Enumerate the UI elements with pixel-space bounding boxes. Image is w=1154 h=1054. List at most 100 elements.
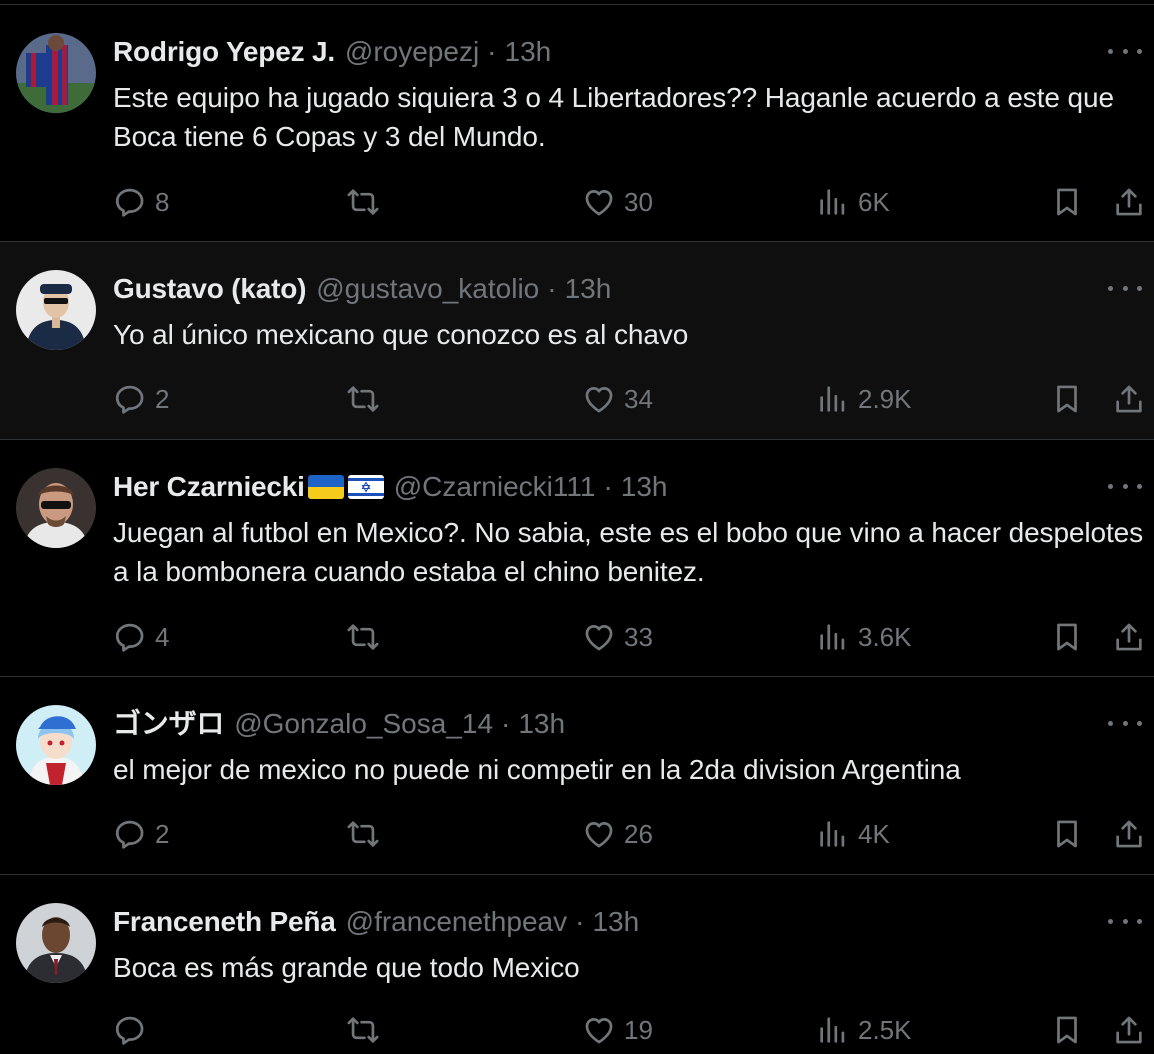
bookmark-button[interactable] (1050, 180, 1084, 224)
like-button[interactable]: 34 (582, 377, 653, 421)
separator: · (547, 273, 557, 304)
more-icon[interactable] (1108, 711, 1142, 735)
like-button[interactable]: 19 (582, 1008, 653, 1052)
heart-icon (585, 625, 613, 651)
timestamp[interactable]: 13h (505, 32, 552, 72)
tweet[interactable]: Rodrigo Yepez J. @royepezj · 13h Este eq… (0, 5, 1154, 242)
views-button[interactable]: 2.5K (816, 1008, 912, 1052)
views-count: 3.6K (858, 621, 912, 652)
retweet-icon (347, 624, 379, 650)
reply-button[interactable]: 2 (113, 377, 169, 421)
avatar[interactable] (16, 903, 96, 983)
share-button[interactable] (1112, 1008, 1146, 1052)
reply-count: 8 (155, 186, 170, 217)
more-icon[interactable] (1108, 276, 1142, 300)
tweet[interactable]: Franceneth Peña @francenethpeav · 13h Bo… (0, 875, 1154, 1054)
reply-button[interactable] (113, 1008, 155, 1052)
author-handle[interactable]: @Czarniecki111 (394, 467, 596, 507)
tweet[interactable]: Gustavo (kato) @gustavo_katolio · 13h Yo… (0, 242, 1154, 440)
share-icon (1116, 188, 1142, 216)
tweet[interactable]: ゴンザロ @Gonzalo_Sosa_14 · 13h el mejor de … (0, 677, 1154, 875)
share-icon (1116, 385, 1142, 413)
bookmark-button[interactable] (1050, 615, 1084, 659)
author-handle[interactable]: @Gonzalo_Sosa_14 (234, 704, 493, 744)
separator: · (575, 906, 585, 937)
reply-icon (115, 188, 144, 217)
more-icon[interactable] (1108, 474, 1142, 498)
reply-button[interactable]: 2 (113, 812, 169, 856)
bookmark-icon (1057, 1016, 1077, 1044)
israel-flag-icon (347, 475, 384, 499)
timestamp[interactable]: 13h (592, 902, 639, 942)
action-bar: 8 30 6K (0, 180, 1154, 224)
share-icon (1116, 820, 1142, 848)
share-button[interactable] (1112, 180, 1146, 224)
tweet-text: el mejor de mexico no puede ni competir … (113, 754, 961, 785)
timestamp[interactable]: 13h (518, 704, 565, 744)
views-button[interactable]: 6K (816, 180, 890, 224)
like-button[interactable]: 30 (582, 180, 653, 224)
reply-count: 2 (155, 383, 170, 414)
bookmark-button[interactable] (1050, 377, 1084, 421)
avatar[interactable] (16, 270, 96, 350)
author-name[interactable]: Rodrigo Yepez J. (113, 32, 335, 72)
views-count: 2.5K (858, 1014, 912, 1045)
retweet-icon (347, 189, 379, 215)
retweet-button[interactable] (346, 1008, 388, 1052)
action-bar: 4 33 3.6K (0, 615, 1154, 659)
views-button[interactable]: 3.6K (816, 615, 912, 659)
author-name[interactable]: ゴンザロ (113, 704, 224, 744)
bookmark-icon (1057, 188, 1077, 216)
author-name[interactable]: Her Czarniecki (113, 467, 305, 507)
heart-icon (585, 387, 613, 413)
like-button[interactable]: 26 (582, 812, 653, 856)
retweet-button[interactable] (346, 377, 388, 421)
bookmark-icon (1057, 385, 1077, 413)
share-icon (1116, 623, 1142, 651)
heart-icon (585, 1018, 613, 1044)
reply-icon (115, 820, 144, 849)
reply-button[interactable]: 8 (113, 180, 169, 224)
views-icon (820, 624, 845, 650)
more-icon[interactable] (1108, 909, 1142, 933)
tweet-text: Este equipo ha jugado siquiera 3 o 4 Lib… (113, 82, 1114, 152)
timestamp[interactable]: 13h (621, 467, 668, 507)
retweet-icon (347, 386, 379, 412)
action-bar: 2 26 4K (0, 812, 1154, 856)
tweet-text: Boca es más grande que todo Mexico (113, 952, 580, 983)
like-button[interactable]: 33 (582, 615, 653, 659)
share-button[interactable] (1112, 615, 1146, 659)
views-count: 2.9K (858, 383, 912, 414)
views-button[interactable]: 2.9K (816, 377, 912, 421)
reply-icon (115, 1016, 144, 1045)
avatar[interactable] (16, 33, 96, 113)
bookmark-button[interactable] (1050, 812, 1084, 856)
share-button[interactable] (1112, 812, 1146, 856)
views-button[interactable]: 4K (816, 812, 890, 856)
avatar[interactable] (16, 705, 96, 785)
bookmark-button[interactable] (1050, 1008, 1084, 1052)
retweet-button[interactable] (346, 615, 388, 659)
retweet-button[interactable] (346, 812, 388, 856)
author-name[interactable]: Gustavo (kato) (113, 269, 306, 309)
author-name[interactable]: Franceneth Peña (113, 902, 336, 942)
author-handle[interactable]: @francenethpeav (346, 902, 567, 942)
author-handle[interactable]: @royepezj (345, 32, 479, 72)
more-icon[interactable] (1108, 39, 1142, 63)
bookmark-icon (1057, 820, 1077, 848)
avatar[interactable] (16, 468, 96, 548)
retweet-button[interactable] (346, 180, 388, 224)
separator: · (603, 471, 613, 502)
separator: · (501, 708, 511, 739)
like-count: 30 (624, 186, 653, 217)
tweet-text: Yo al único mexicano que conozco es al c… (113, 319, 689, 350)
timestamp[interactable]: 13h (565, 269, 612, 309)
ukraine-flag-icon (307, 475, 344, 499)
reply-button[interactable]: 4 (113, 615, 169, 659)
views-icon (820, 386, 845, 412)
share-button[interactable] (1112, 377, 1146, 421)
name-flags (307, 475, 384, 499)
tweet[interactable]: Her Czarniecki @Czarniecki111 · 13h Jueg… (0, 440, 1154, 677)
author-handle[interactable]: @gustavo_katolio (316, 269, 539, 309)
like-count: 33 (624, 621, 653, 652)
